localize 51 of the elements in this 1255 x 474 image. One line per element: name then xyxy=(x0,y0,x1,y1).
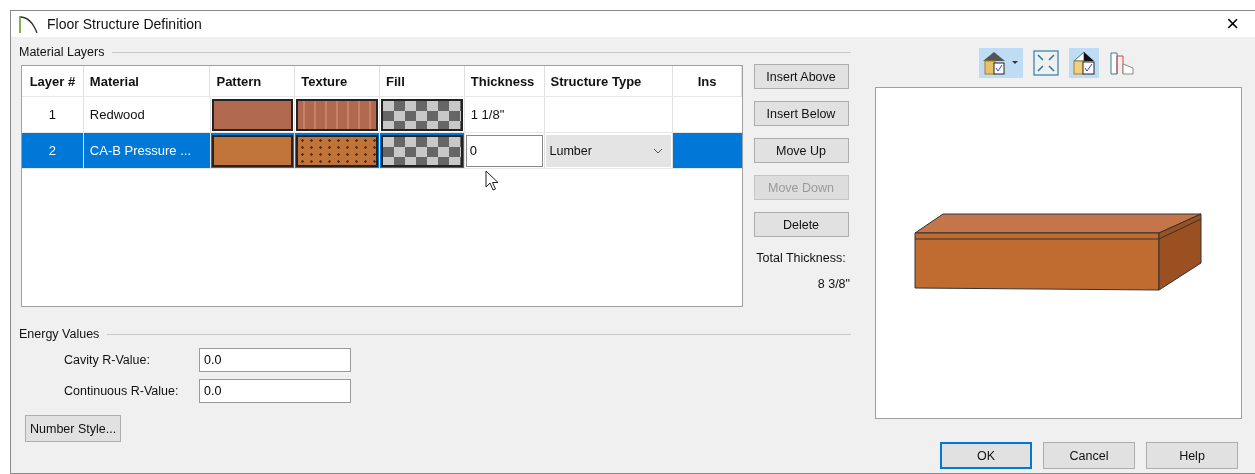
fit-view-button[interactable] xyxy=(1031,48,1061,78)
side-button[interactable]: Insert Below xyxy=(753,101,849,126)
view-button[interactable] xyxy=(1069,48,1099,78)
arc-icon xyxy=(19,14,39,34)
field-label: Cavity R-Value: xyxy=(64,353,151,367)
r-value-field[interactable]: 0.0 xyxy=(199,348,351,372)
table-cell: 1 1/8" xyxy=(470,107,505,122)
thickness-input[interactable]: 0 xyxy=(465,134,543,167)
dialog-button[interactable]: OK xyxy=(940,442,1032,469)
house-checkbox-icon xyxy=(1071,50,1097,76)
house-checkbox-icon xyxy=(981,50,1021,76)
column-header[interactable]: Material xyxy=(83,66,211,97)
mouse-pointer-icon xyxy=(485,170,499,192)
chevron-down-icon xyxy=(653,147,664,154)
layer-row[interactable]: 1 Redwood 1 1/8" xyxy=(22,97,742,133)
group-label: Energy Values xyxy=(19,327,100,341)
column-header[interactable]: Pattern xyxy=(210,66,296,97)
table-cell: Redwood xyxy=(89,107,145,122)
table-cell: 2 xyxy=(48,143,57,158)
window-title: Floor Structure Definition xyxy=(47,16,202,32)
view-button[interactable] xyxy=(979,48,1023,78)
texture-swatch[interactable] xyxy=(296,98,378,131)
number-style-button[interactable]: Number Style... xyxy=(25,415,122,442)
pattern-swatch[interactable] xyxy=(211,134,294,167)
group-label: Material Layers xyxy=(19,45,105,59)
structure-type-dropdown[interactable]: Lumber xyxy=(545,134,672,167)
side-button[interactable]: Insert Above xyxy=(753,64,849,89)
r-value-field[interactable]: 0.0 xyxy=(199,379,351,403)
column-header[interactable]: Ins xyxy=(673,66,742,97)
fill-swatch[interactable] xyxy=(381,98,463,131)
side-button[interactable]: Move Up xyxy=(753,138,849,163)
column-header[interactable]: Layer # xyxy=(22,66,84,97)
table-cell: 1 xyxy=(48,107,57,122)
column-header[interactable]: Thickness xyxy=(464,66,545,97)
fill-swatch[interactable] xyxy=(381,134,463,167)
side-button[interactable]: Delete xyxy=(753,212,849,237)
total-thickness-value: 8 3/8" xyxy=(817,277,850,291)
column-header[interactable]: Texture xyxy=(295,66,380,97)
column-header[interactable]: Structure Type xyxy=(544,66,674,97)
field-label: Continuous R-Value: xyxy=(64,384,180,398)
pattern-swatch[interactable] xyxy=(211,98,294,131)
close-button[interactable]: × xyxy=(1218,11,1247,37)
layered-walls-icon xyxy=(1109,50,1135,76)
dialog-button[interactable]: Cancel xyxy=(1043,442,1135,469)
table-cell: CA-B Pressure ... xyxy=(89,143,191,158)
texture-swatch[interactable] xyxy=(296,134,378,167)
expand-arrows-icon xyxy=(1033,50,1059,76)
dialog-button[interactable]: Help xyxy=(1146,442,1238,469)
layer-row[interactable]: 2 CA-B Pressure ... 0 Lumber xyxy=(22,133,742,169)
column-header[interactable]: Fill xyxy=(380,66,465,97)
total-thickness-label: Total Thickness: xyxy=(756,251,846,265)
